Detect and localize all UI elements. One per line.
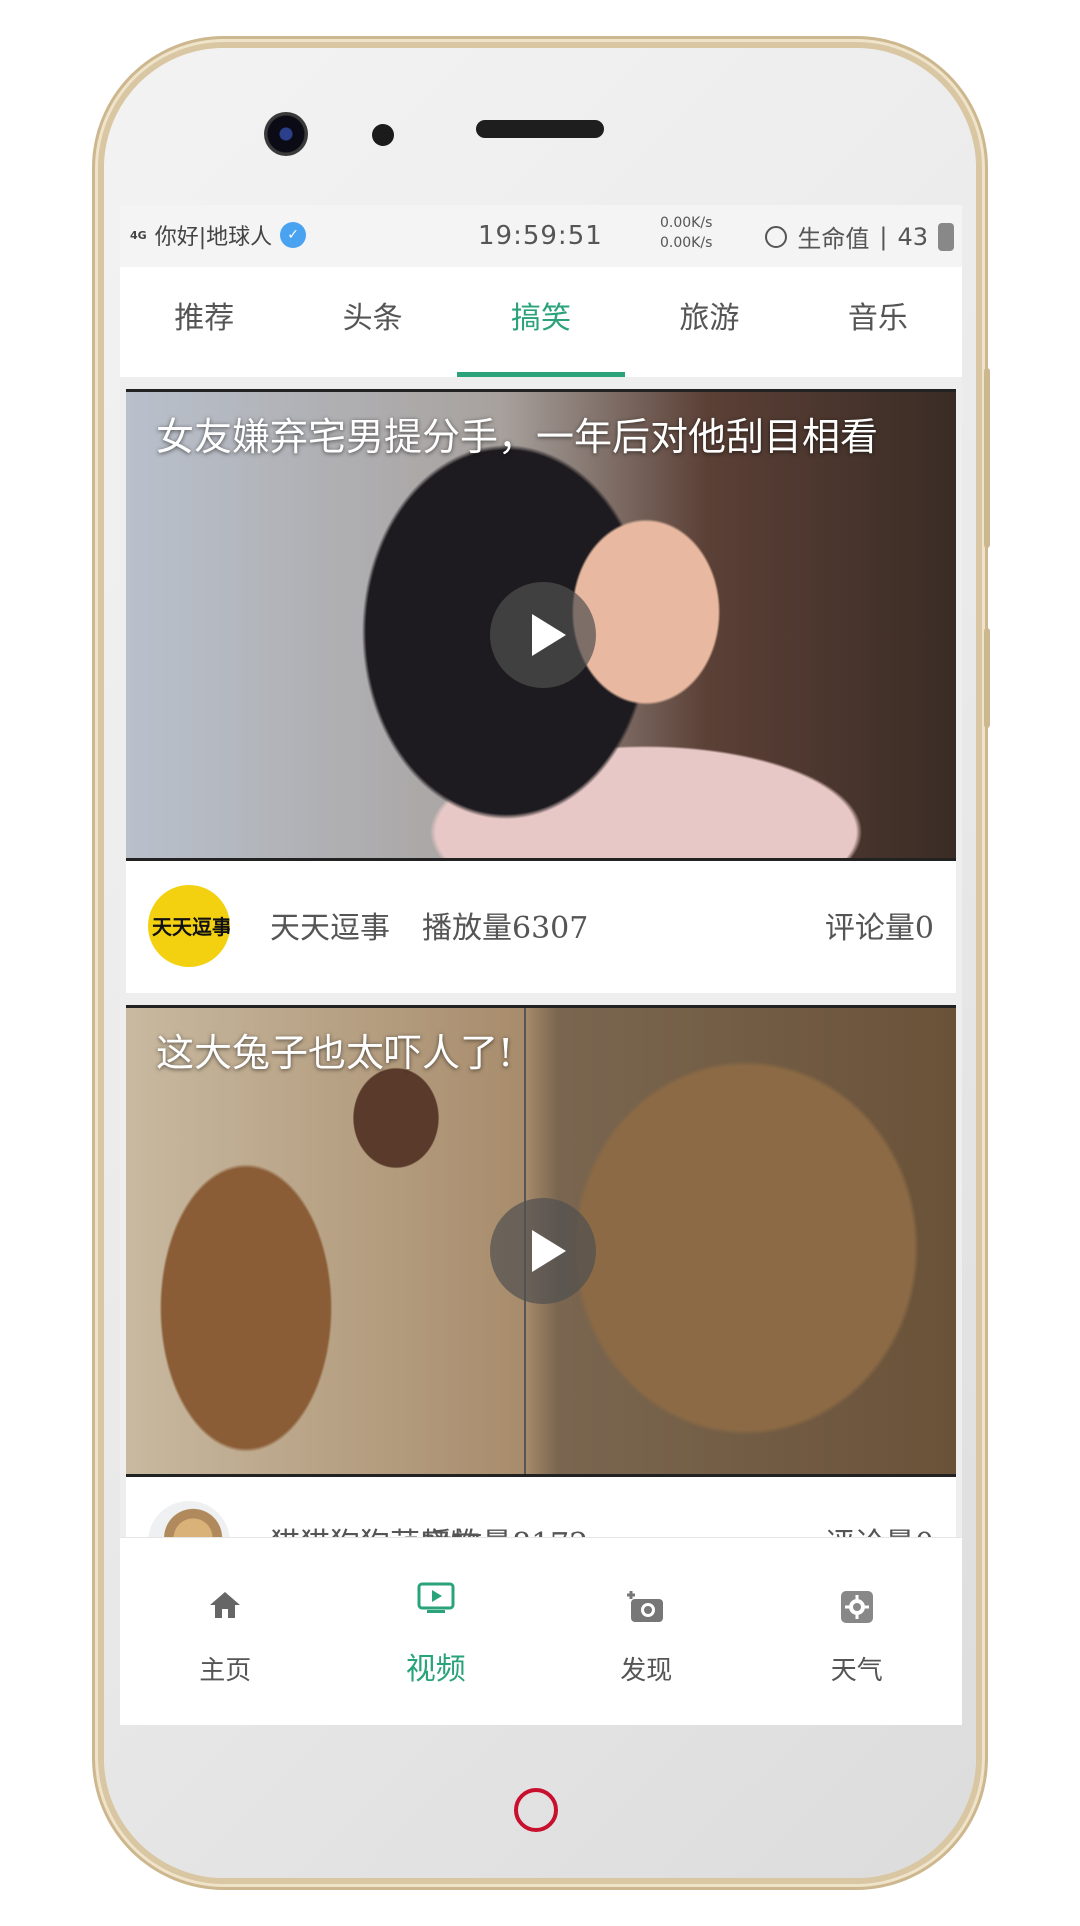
video-meta: 猫猫狗狗萌宠物 播放量8172 评论量0 [126,1477,956,1537]
video-title: 这大兔子也太吓人了! [156,1031,514,1075]
tab-travel[interactable]: 旅游 [625,267,793,377]
play-icon[interactable] [490,582,596,688]
shield-icon: ✓ [280,222,307,248]
nav-discover[interactable]: 发现 [541,1538,752,1725]
clock: 19:59:51 [478,221,603,251]
status-bar: 4G 你好|地球人 ✓ 19:59:51 0.00K/s 0.00K/s 生命值… [120,205,962,267]
volume-button [984,368,990,548]
nav-home[interactable]: 主页 [120,1538,331,1725]
tab-music[interactable]: 音乐 [794,267,962,377]
nav-video[interactable]: 视频 [331,1538,542,1725]
battery-icon [938,222,954,251]
video-thumbnail[interactable]: 这大兔子也太吓人了! [126,1005,956,1477]
video-title: 女友嫌弃宅男提分手，一年后对他刮目相看 [156,415,879,459]
avatar[interactable]: 天天逗事 [148,885,230,967]
vitality-label: 生命值 [797,225,870,253]
video-card[interactable]: 女友嫌弃宅男提分手，一年后对他刮目相看 天天逗事 天天逗事 播放量6307 评论… [126,389,956,993]
tab-headlines[interactable]: 头条 [288,267,456,377]
comment-count: 评论量0 [825,1519,934,1537]
play-icon[interactable] [490,1198,596,1304]
comment-count: 评论量0 [824,911,934,946]
carrier-label: 你好|地球人 [154,225,273,250]
category-tabs: 推荐 头条 搞笑 旅游 音乐 [120,267,962,377]
speed-down: 0.00K/s [660,235,713,251]
nav-label: 主页 [199,1656,252,1686]
home-icon [210,1592,241,1618]
avatar-logo-text: 天天逗事 [152,915,230,939]
network-speed: 0.00K/s 0.00K/s [660,213,712,253]
divider: | [879,222,888,251]
battery-level: 43 [897,222,928,251]
camera-icon [627,1591,664,1622]
earpiece-speaker [476,120,604,138]
video-icon [417,1582,455,1613]
front-camera [264,112,308,156]
video-meta: 天天逗事 天天逗事 播放量6307 评论量0 [126,861,956,993]
network-indicator: 4G [130,228,147,242]
proximity-sensor [372,124,394,146]
home-button[interactable] [514,1788,558,1832]
video-thumbnail[interactable]: 女友嫌弃宅男提分手，一年后对他刮目相看 [126,389,956,861]
nav-weather[interactable]: 天气 [752,1538,963,1725]
alarm-icon [765,225,788,248]
settings-icon [840,1591,873,1623]
power-button [984,628,990,728]
speed-up: 0.00K/s [660,215,713,231]
video-card[interactable]: 这大兔子也太吓人了! 猫猫狗狗萌宠物 播放量8172 评论量0 [126,1005,956,1537]
bottom-navigation: 主页 视频 发现 天气 [120,1537,962,1725]
app-screen: 4G 你好|地球人 ✓ 19:59:51 0.00K/s 0.00K/s 生命值… [120,205,962,1725]
avatar[interactable] [148,1501,230,1537]
author-name[interactable]: 天天逗事 [270,903,390,947]
play-count: 播放量8172 [422,1519,588,1537]
nav-label: 发现 [620,1656,673,1686]
tab-funny[interactable]: 搞笑 [456,267,626,377]
tab-recommend[interactable]: 推荐 [120,267,288,377]
play-count: 播放量6307 [422,911,589,946]
nav-label: 视频 [405,1652,466,1687]
video-feed[interactable]: 女友嫌弃宅男提分手，一年后对他刮目相看 天天逗事 天天逗事 播放量6307 评论… [120,377,962,1537]
nav-label: 天气 [830,1656,883,1686]
